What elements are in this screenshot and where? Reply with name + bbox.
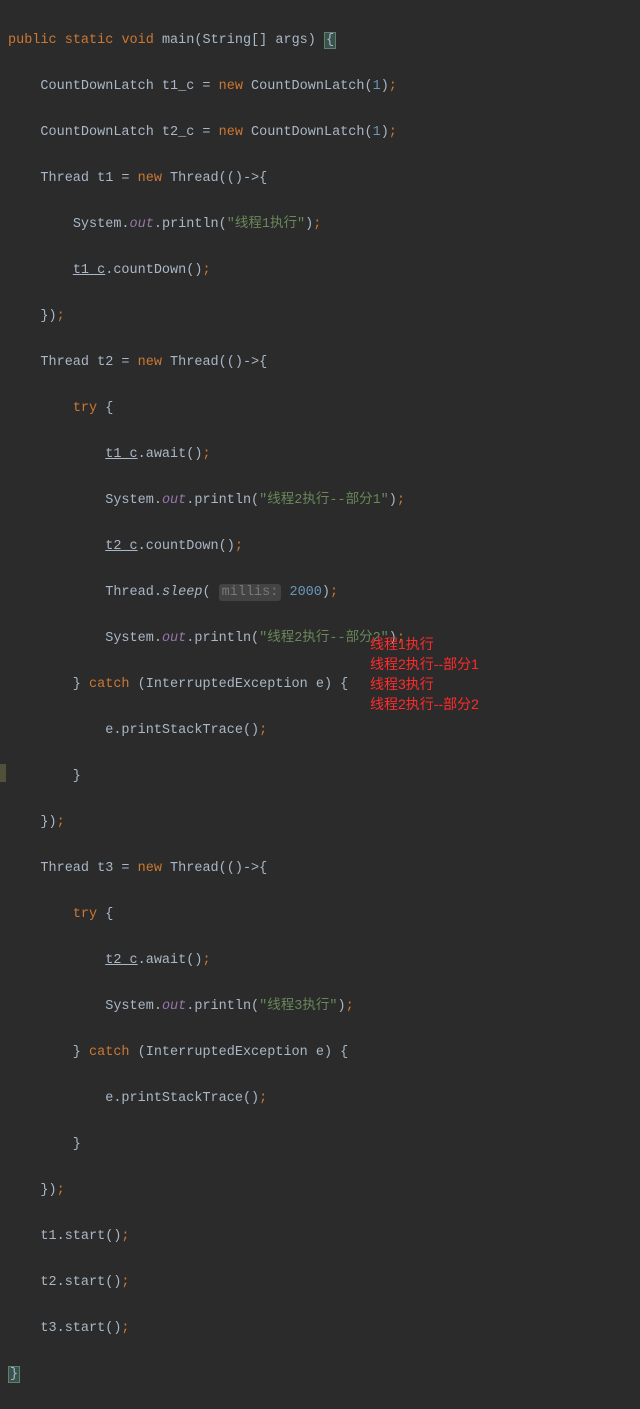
code-line: Thread t1 = new Thread(()->{ — [8, 167, 640, 190]
code-line: CountDownLatch t2_c = new CountDownLatch… — [8, 121, 640, 144]
code-line: }); — [8, 305, 640, 328]
code-line: t2.start(); — [8, 1271, 640, 1294]
code-line: } — [8, 1133, 640, 1156]
code-line: public static void main(String[] args) { — [8, 29, 640, 52]
code-line: } — [8, 1363, 640, 1386]
code-line: try { — [8, 903, 640, 926]
code-line: t1.start(); — [8, 1225, 640, 1248]
code-line: t2_c.await(); — [8, 949, 640, 972]
code-line: System.out.println("线程3执行"); — [8, 995, 640, 1018]
code-editor: public static void main(String[] args) {… — [0, 0, 640, 1409]
gutter-highlight — [0, 764, 6, 782]
output-line: 线程2执行--部分2 — [370, 694, 479, 714]
code-line: System.out.println("线程2执行--部分2"); — [8, 627, 640, 650]
code-line: } — [8, 765, 640, 788]
code-line: t2_c.countDown(); — [8, 535, 640, 558]
code-line: e.printStackTrace(); — [8, 719, 640, 742]
code-line: e.printStackTrace(); — [8, 1087, 640, 1110]
output-line: 线程3执行 — [370, 674, 479, 694]
output-line: 线程2执行--部分1 — [370, 654, 479, 674]
output-line: 线程1执行 — [370, 634, 479, 654]
code-line: System.out.println("线程2执行--部分1"); — [8, 489, 640, 512]
code-line: } catch (InterruptedException e) { — [8, 1041, 640, 1064]
code-line: System.out.println("线程1执行"); — [8, 213, 640, 236]
code-line: Thread t3 = new Thread(()->{ — [8, 857, 640, 880]
code-line: }); — [8, 1179, 640, 1202]
code-line: t1_c.await(); — [8, 443, 640, 466]
code-line: t1_c.countDown(); — [8, 259, 640, 282]
console-output-overlay: 线程1执行 线程2执行--部分1 线程3执行 线程2执行--部分2 — [370, 634, 479, 714]
code-line: }); — [8, 811, 640, 834]
code-line: Thread.sleep( millis: 2000); — [8, 581, 640, 604]
code-line: CountDownLatch t1_c = new CountDownLatch… — [8, 75, 640, 98]
code-line: t3.start(); — [8, 1317, 640, 1340]
code-line: } catch (InterruptedException e) { — [8, 673, 640, 696]
code-line: Thread t2 = new Thread(()->{ — [8, 351, 640, 374]
code-line: try { — [8, 397, 640, 420]
